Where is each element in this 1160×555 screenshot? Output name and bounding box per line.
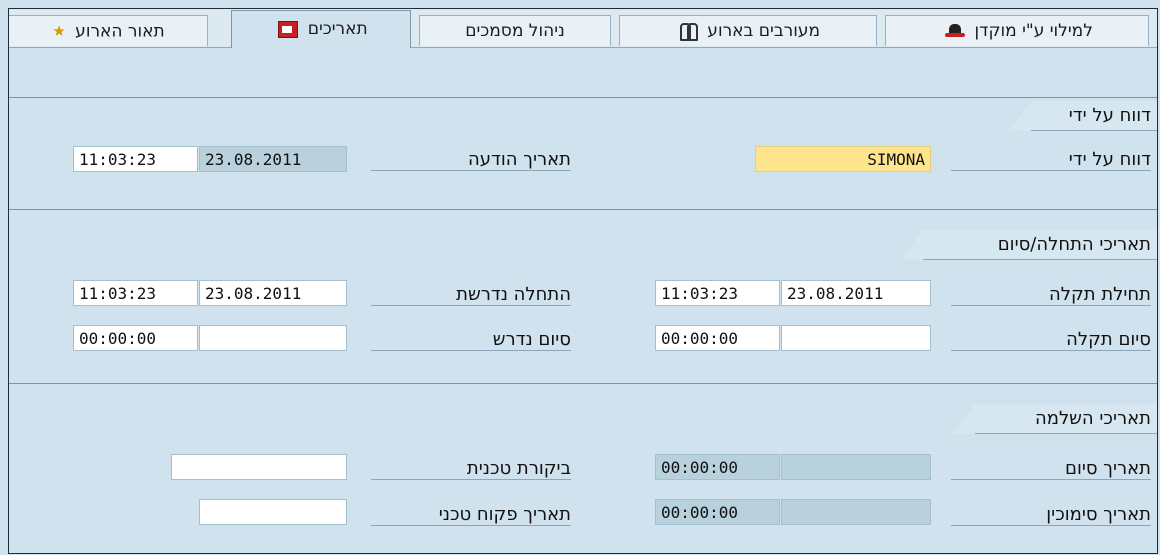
tab-label: מעורבים בארוע — [707, 21, 821, 41]
group-title-completion: תאריכי השלמה — [953, 404, 1157, 434]
required-end-date-field[interactable] — [199, 325, 347, 351]
tech-inspector-field[interactable] — [199, 499, 347, 525]
notice-time-field[interactable]: 11:03:23 — [73, 146, 198, 172]
end-time-field: 00:00:00 — [655, 454, 780, 480]
sap-screen: ★ תאור הארוע תאריכים ניהול מסמכים מעורבי… — [8, 8, 1158, 554]
people-icon — [679, 23, 698, 41]
notice-date-field: 23.08.2011 — [199, 146, 347, 172]
star-icon: ★ — [52, 22, 66, 40]
fault-end-label: סיום תקלה — [951, 329, 1151, 351]
tab-label: תאור הארוע — [75, 21, 165, 42]
end-date-field — [781, 454, 931, 480]
notice-date-label: תאריך הודעה — [371, 149, 571, 171]
tab-dispatcher-fill[interactable]: למילוי ע"י מוקדן — [885, 15, 1149, 46]
group-separator — [9, 383, 1157, 384]
tab-label: תאריכים — [307, 19, 368, 39]
group-separator — [9, 97, 1157, 98]
required-end-time-field[interactable]: 00:00:00 — [73, 325, 198, 351]
required-start-date-field[interactable]: 23.08.2011 — [199, 280, 347, 306]
fault-start-time-field[interactable]: 11:03:23 — [655, 280, 780, 306]
required-start-time-field[interactable]: 11:03:23 — [73, 280, 198, 306]
reported-by-field[interactable]: SIMONA — [755, 146, 931, 172]
tab-document-management[interactable]: ניהול מסמכים — [419, 15, 611, 46]
signoff-date-label: תאריך סימוכין — [951, 504, 1151, 526]
tab-dates[interactable]: תאריכים — [231, 10, 411, 48]
fault-start-date-field[interactable]: 23.08.2011 — [781, 280, 931, 306]
fault-end-date-field[interactable] — [781, 325, 931, 351]
required-end-label: סיום נדרש — [371, 329, 571, 351]
signoff-time-field: 00:00:00 — [655, 499, 780, 525]
hat-icon — [945, 24, 966, 38]
tech-review-label: ביקורת טכנית — [371, 458, 571, 480]
group-separator — [9, 209, 1157, 210]
tech-review-field[interactable] — [171, 454, 347, 480]
required-start-label: התחלה נדרשת — [371, 284, 571, 306]
tab-event-description[interactable]: ★ תאור הארוע — [9, 15, 208, 46]
group-title-reported-by: דווח על ידי — [1009, 101, 1157, 131]
tech-inspector-label: תאריך פקוח טכני — [371, 504, 571, 526]
signoff-date-field — [781, 499, 931, 525]
fault-end-time-field[interactable]: 00:00:00 — [655, 325, 780, 351]
end-date-label: תאריך סיום — [951, 458, 1151, 480]
calendar-icon — [278, 20, 299, 38]
fault-start-label: תחילת תקלה — [951, 284, 1151, 306]
group-title-start-end: תאריכי התחלה/סיום — [901, 230, 1157, 260]
tab-label: למילוי ע"י מוקדן — [974, 21, 1093, 41]
tab-involved-parties[interactable]: מעורבים בארוע — [619, 15, 877, 46]
tab-label: ניהול מסמכים — [465, 21, 565, 41]
reported-by-label: דווח על ידי — [951, 149, 1151, 171]
tab-strip: ★ תאור הארוע תאריכים ניהול מסמכים מעורבי… — [9, 9, 1157, 48]
